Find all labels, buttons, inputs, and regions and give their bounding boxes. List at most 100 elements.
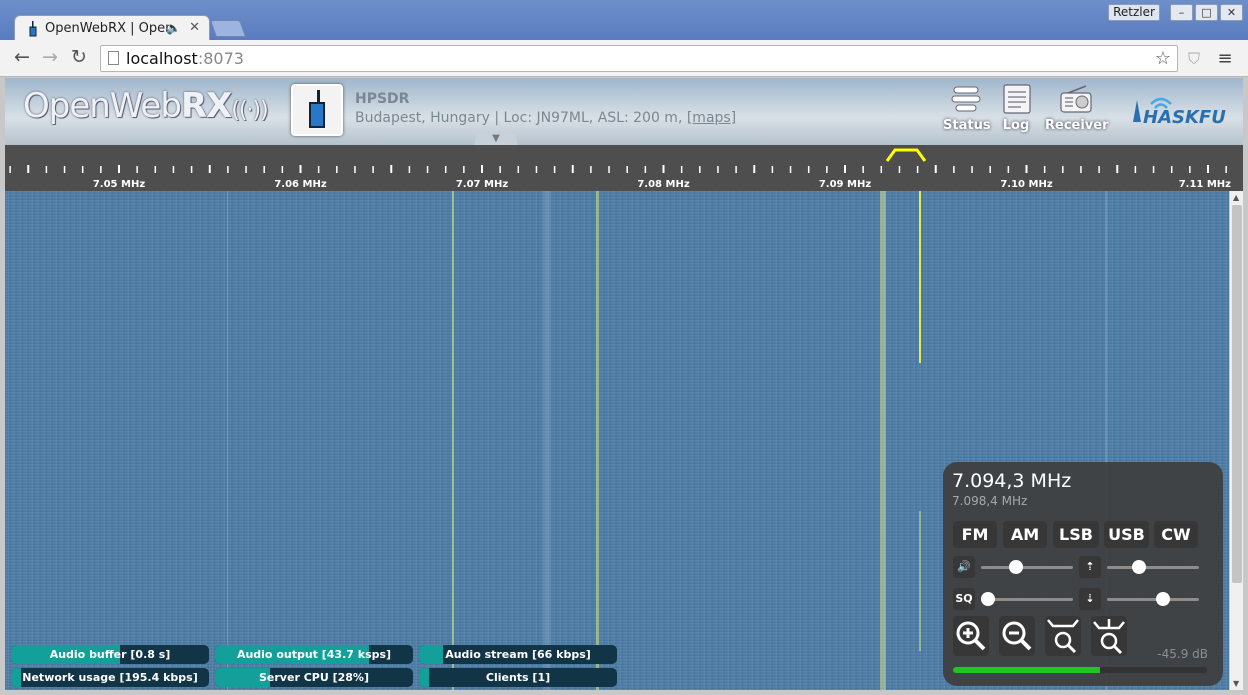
scrollbar-thumb[interactable]: [1232, 205, 1242, 583]
receiver-header: OpenWebRX((·)) HPSDR Budapest, Hungary |…: [5, 78, 1243, 145]
mouse-frequency: 7.098,4 MHz: [952, 494, 1028, 508]
scroll-down-icon[interactable]: ▼: [1233, 679, 1239, 688]
mode-cw-button[interactable]: CW: [1154, 521, 1198, 548]
scale-label: 7.11 MHz: [1179, 179, 1231, 190]
waterfall-signal-trace: [880, 191, 886, 690]
scale-label: 7.08 MHz: [637, 179, 689, 190]
log-icon: [1003, 84, 1031, 114]
network-usage-label: Network usage [195.4 kbps]: [22, 671, 198, 684]
audio-output-bar: Audio output [43.7 ksps]: [215, 645, 413, 664]
zoom-in-button[interactable]: [953, 616, 989, 656]
mode-usb-button[interactable]: USB: [1104, 521, 1149, 548]
zoom-to-signal-button[interactable]: [1091, 616, 1127, 656]
waterfall-min-icon[interactable]: ⇣: [1079, 588, 1101, 610]
frequency-scale[interactable]: 7.05 MHz 7.06 MHz 7.07 MHz 7.08 MHz 7.09 MHz…: [5, 145, 1243, 191]
tab-title: OpenWebRX | Open: [45, 21, 174, 36]
tuned-frequency: 7.094,3 MHz: [952, 470, 1072, 492]
receiver-button[interactable]: Receiver: [1045, 84, 1109, 133]
scale-label: 7.06 MHz: [274, 179, 326, 190]
mode-fm-button[interactable]: FM: [953, 521, 997, 548]
mode-am-button[interactable]: AM: [1003, 521, 1047, 548]
clients-bar: Clients [1]: [419, 668, 617, 687]
squelch-icon[interactable]: SQ: [953, 588, 975, 610]
squelch-slider[interactable]: [981, 592, 1073, 606]
mode-lsb-button[interactable]: LSB: [1053, 521, 1099, 548]
squelch-knob[interactable]: [981, 592, 995, 606]
zoom-out-button[interactable]: [999, 616, 1035, 656]
scale-label: 7.10 MHz: [1000, 179, 1052, 190]
waterfall-min-knob[interactable]: [1156, 592, 1171, 606]
browser-tab[interactable]: OpenWebRX | Open 🔈 ✕: [14, 15, 210, 41]
close-window-button[interactable]: ✕: [1220, 4, 1243, 21]
reload-icon[interactable]: ↻: [67, 46, 91, 70]
receiver-label: Receiver: [1045, 118, 1109, 133]
logo-text-bold: RX: [180, 86, 232, 126]
back-icon[interactable]: ←: [10, 46, 34, 70]
passband-marker: [885, 148, 927, 162]
scroll-up-icon[interactable]: ▲: [1233, 193, 1239, 202]
page-icon: [108, 51, 119, 65]
waterfall-max-slider[interactable]: [1107, 560, 1199, 574]
waterfall-max-icon[interactable]: ⇡: [1079, 556, 1101, 578]
url-port: :8073: [197, 49, 244, 68]
url-host: localhost: [126, 49, 198, 68]
scale-label: 7.05 MHz: [93, 179, 145, 190]
waterfall-min-slider[interactable]: [1107, 592, 1199, 606]
audio-output-label: Audio output [43.7 ksps]: [236, 648, 392, 661]
network-usage-bar: Network usage [195.4 kbps]: [11, 668, 209, 687]
maps-link[interactable]: [maps]: [687, 110, 736, 126]
status-label: Status: [943, 118, 991, 133]
openwebrx-favicon-icon: [29, 21, 37, 37]
header-collapse-button[interactable]: ▼: [475, 132, 517, 145]
waterfall-signal-trace: [543, 191, 551, 690]
waterfall-signal-trace: [919, 511, 921, 651]
new-tab-button[interactable]: [209, 20, 247, 37]
profile-button[interactable]: Retzler: [1108, 4, 1160, 21]
menu-icon[interactable]: ≡: [1216, 48, 1234, 69]
address-bar[interactable]: localhost:8073 ☆: [100, 45, 1178, 72]
audio-stream-label: Audio stream [66 kbps]: [445, 648, 591, 661]
receiver-location: Budapest, Hungary | Loc: JN97ML, ASL: 20…: [355, 110, 687, 126]
extension-shield-icon[interactable]: ⛉: [1186, 49, 1202, 68]
browser-titlebar: OpenWebRX | Open 🔈 ✕ Retzler – □ ✕: [0, 0, 1248, 41]
minimize-button[interactable]: –: [1170, 4, 1193, 21]
waterfall-signal-trace: [227, 191, 228, 690]
waterfall-max-knob[interactable]: [1131, 560, 1146, 574]
clients-label: Clients [1]: [485, 671, 551, 684]
smeter-bar: [953, 667, 1207, 673]
svg-text:HASKFU: HASKFU: [1143, 107, 1226, 128]
scale-ticks: 7.05 MHz 7.06 MHz 7.07 MHz 7.08 MHz 7.09 MHz…: [9, 148, 1231, 190]
server-cpu-bar: Server CPU [28%]: [215, 668, 413, 687]
status-icon: [951, 86, 981, 112]
audio-buffer-bar: Audio buffer [0.8 s]: [11, 645, 209, 664]
log-button[interactable]: Log: [1001, 84, 1031, 133]
logo-text-light: OpenWeb: [23, 86, 182, 126]
zoom-out-icon: [1002, 621, 1032, 651]
log-label: Log: [1002, 118, 1030, 133]
forward-icon[interactable]: →: [38, 46, 62, 70]
bookmark-star-icon[interactable]: ☆: [1155, 46, 1171, 71]
haskfu-tower-icon: HASKFU: [1133, 97, 1226, 128]
volume-knob[interactable]: [1009, 560, 1024, 574]
maximize-button[interactable]: □: [1195, 4, 1218, 21]
zoom-to-band-button[interactable]: [1045, 616, 1081, 656]
zoom-band-icon: [1047, 619, 1079, 654]
haskfu-logo[interactable]: HASKFU: [1129, 92, 1233, 132]
openwebrx-page: OpenWebRX((·)) HPSDR Budapest, Hungary |…: [5, 78, 1243, 690]
receiver-avatar[interactable]: [291, 84, 343, 136]
waterfall-scrollbar[interactable]: ▲ ▼: [1229, 191, 1243, 690]
radio-icon: [309, 102, 325, 128]
volume-slider[interactable]: [981, 560, 1073, 574]
volume-icon[interactable]: 🔊: [953, 556, 975, 578]
tab-close-icon[interactable]: ✕: [189, 20, 200, 35]
openwebrx-logo: OpenWebRX((·)): [23, 86, 269, 126]
waterfall-signal-trace: [452, 191, 454, 690]
clients-fill: [419, 668, 429, 687]
audio-stream-fill: [419, 645, 443, 664]
network-usage-fill: [11, 668, 21, 687]
zoom-signal-icon: [1093, 619, 1125, 655]
browser-toolbar: ← → ↻ localhost:8073 ☆ ⛉ ≡: [0, 40, 1248, 77]
smeter-db-readout: -45.9 dB: [1157, 647, 1208, 661]
zoom-in-icon: [956, 621, 986, 651]
status-button[interactable]: Status: [943, 84, 991, 133]
